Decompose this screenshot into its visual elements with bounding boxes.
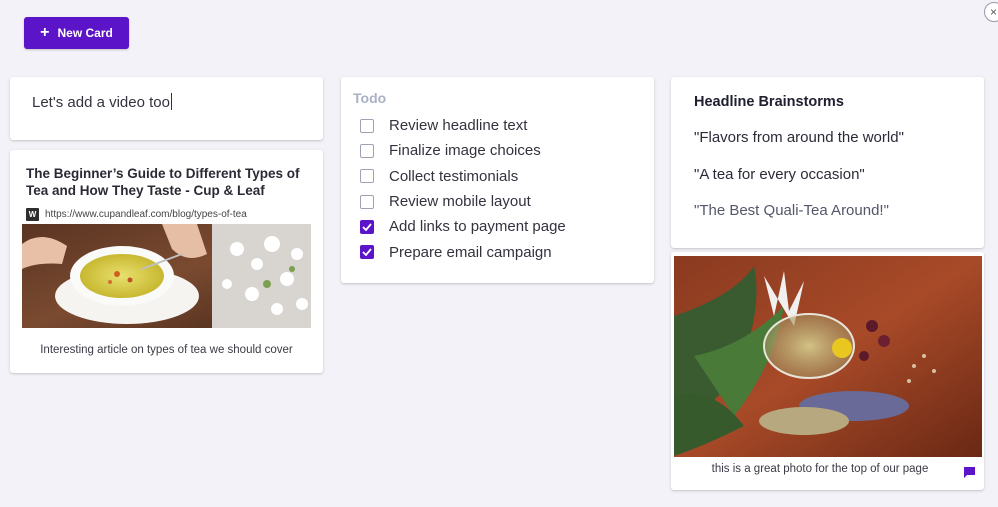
todo-item: Review headline text [360, 113, 566, 138]
checkbox[interactable] [360, 143, 374, 158]
todo-label: Review headline text [389, 117, 528, 135]
photo-caption: this is a great photo for the top of our… [711, 463, 929, 475]
todo-item: Review mobile layout [360, 189, 566, 214]
link-preview-image[interactable] [22, 224, 311, 328]
todo-item: Finalize image choices [360, 138, 566, 163]
todo-label: Prepare email campaign [389, 243, 552, 261]
text-cursor [170, 93, 172, 110]
todo-label: Collect testimonials [389, 167, 519, 185]
headline-option: "A tea for every occasion" [694, 166, 865, 183]
checkmark-icon [362, 248, 372, 257]
tea-photo[interactable] [674, 256, 982, 457]
site-favicon-icon: W [26, 208, 39, 221]
link-title[interactable]: The Beginner’s Guide to Different Types … [26, 165, 311, 199]
todo-item: Collect testimonials [360, 164, 566, 189]
checkbox-checked[interactable] [360, 245, 374, 260]
link-source: W https://www.cupandleaf.com/blog/types-… [26, 208, 247, 221]
todo-item: Add links to payment page [360, 214, 566, 239]
todo-list: Review headline text Finalize image choi… [360, 113, 566, 265]
headline-option: "Flavors from around the world" [694, 129, 904, 146]
checkbox[interactable] [360, 194, 374, 209]
note-text: Let's add a video too [32, 94, 170, 111]
close-icon[interactable]: × [984, 2, 998, 22]
photo-card[interactable]: this is a great photo for the top of our… [671, 252, 984, 490]
checkbox[interactable] [360, 118, 374, 133]
headline-option: "The Best Quali-Tea Around!" [694, 202, 889, 219]
note-text-editor[interactable]: Let's add a video too [32, 93, 172, 111]
checkbox-checked[interactable] [360, 219, 374, 234]
link-url[interactable]: https://www.cupandleaf.com/blog/types-of… [45, 209, 247, 220]
new-card-button[interactable]: + New Card [24, 17, 129, 49]
comment-icon[interactable] [963, 466, 976, 479]
headline-card[interactable]: Headline Brainstorms "Flavors from aroun… [671, 77, 984, 248]
todo-label: Finalize image choices [389, 142, 541, 160]
checkmark-icon [362, 223, 372, 231]
new-card-label: New Card [57, 26, 113, 40]
headline-title: Headline Brainstorms [694, 94, 844, 110]
todo-label: Add links to payment page [389, 218, 566, 236]
checkbox[interactable] [360, 169, 374, 184]
todo-label: Review mobile layout [389, 193, 531, 211]
note-card[interactable]: Let's add a video too [10, 77, 323, 140]
todo-heading: Todo [353, 90, 387, 106]
link-card[interactable]: The Beginner’s Guide to Different Types … [10, 150, 323, 373]
link-caption: Interesting article on types of tea we s… [40, 344, 293, 356]
plus-icon: + [40, 24, 50, 41]
todo-card[interactable]: Todo Review headline text Finalize image… [341, 77, 654, 283]
todo-item: Prepare email campaign [360, 239, 566, 264]
